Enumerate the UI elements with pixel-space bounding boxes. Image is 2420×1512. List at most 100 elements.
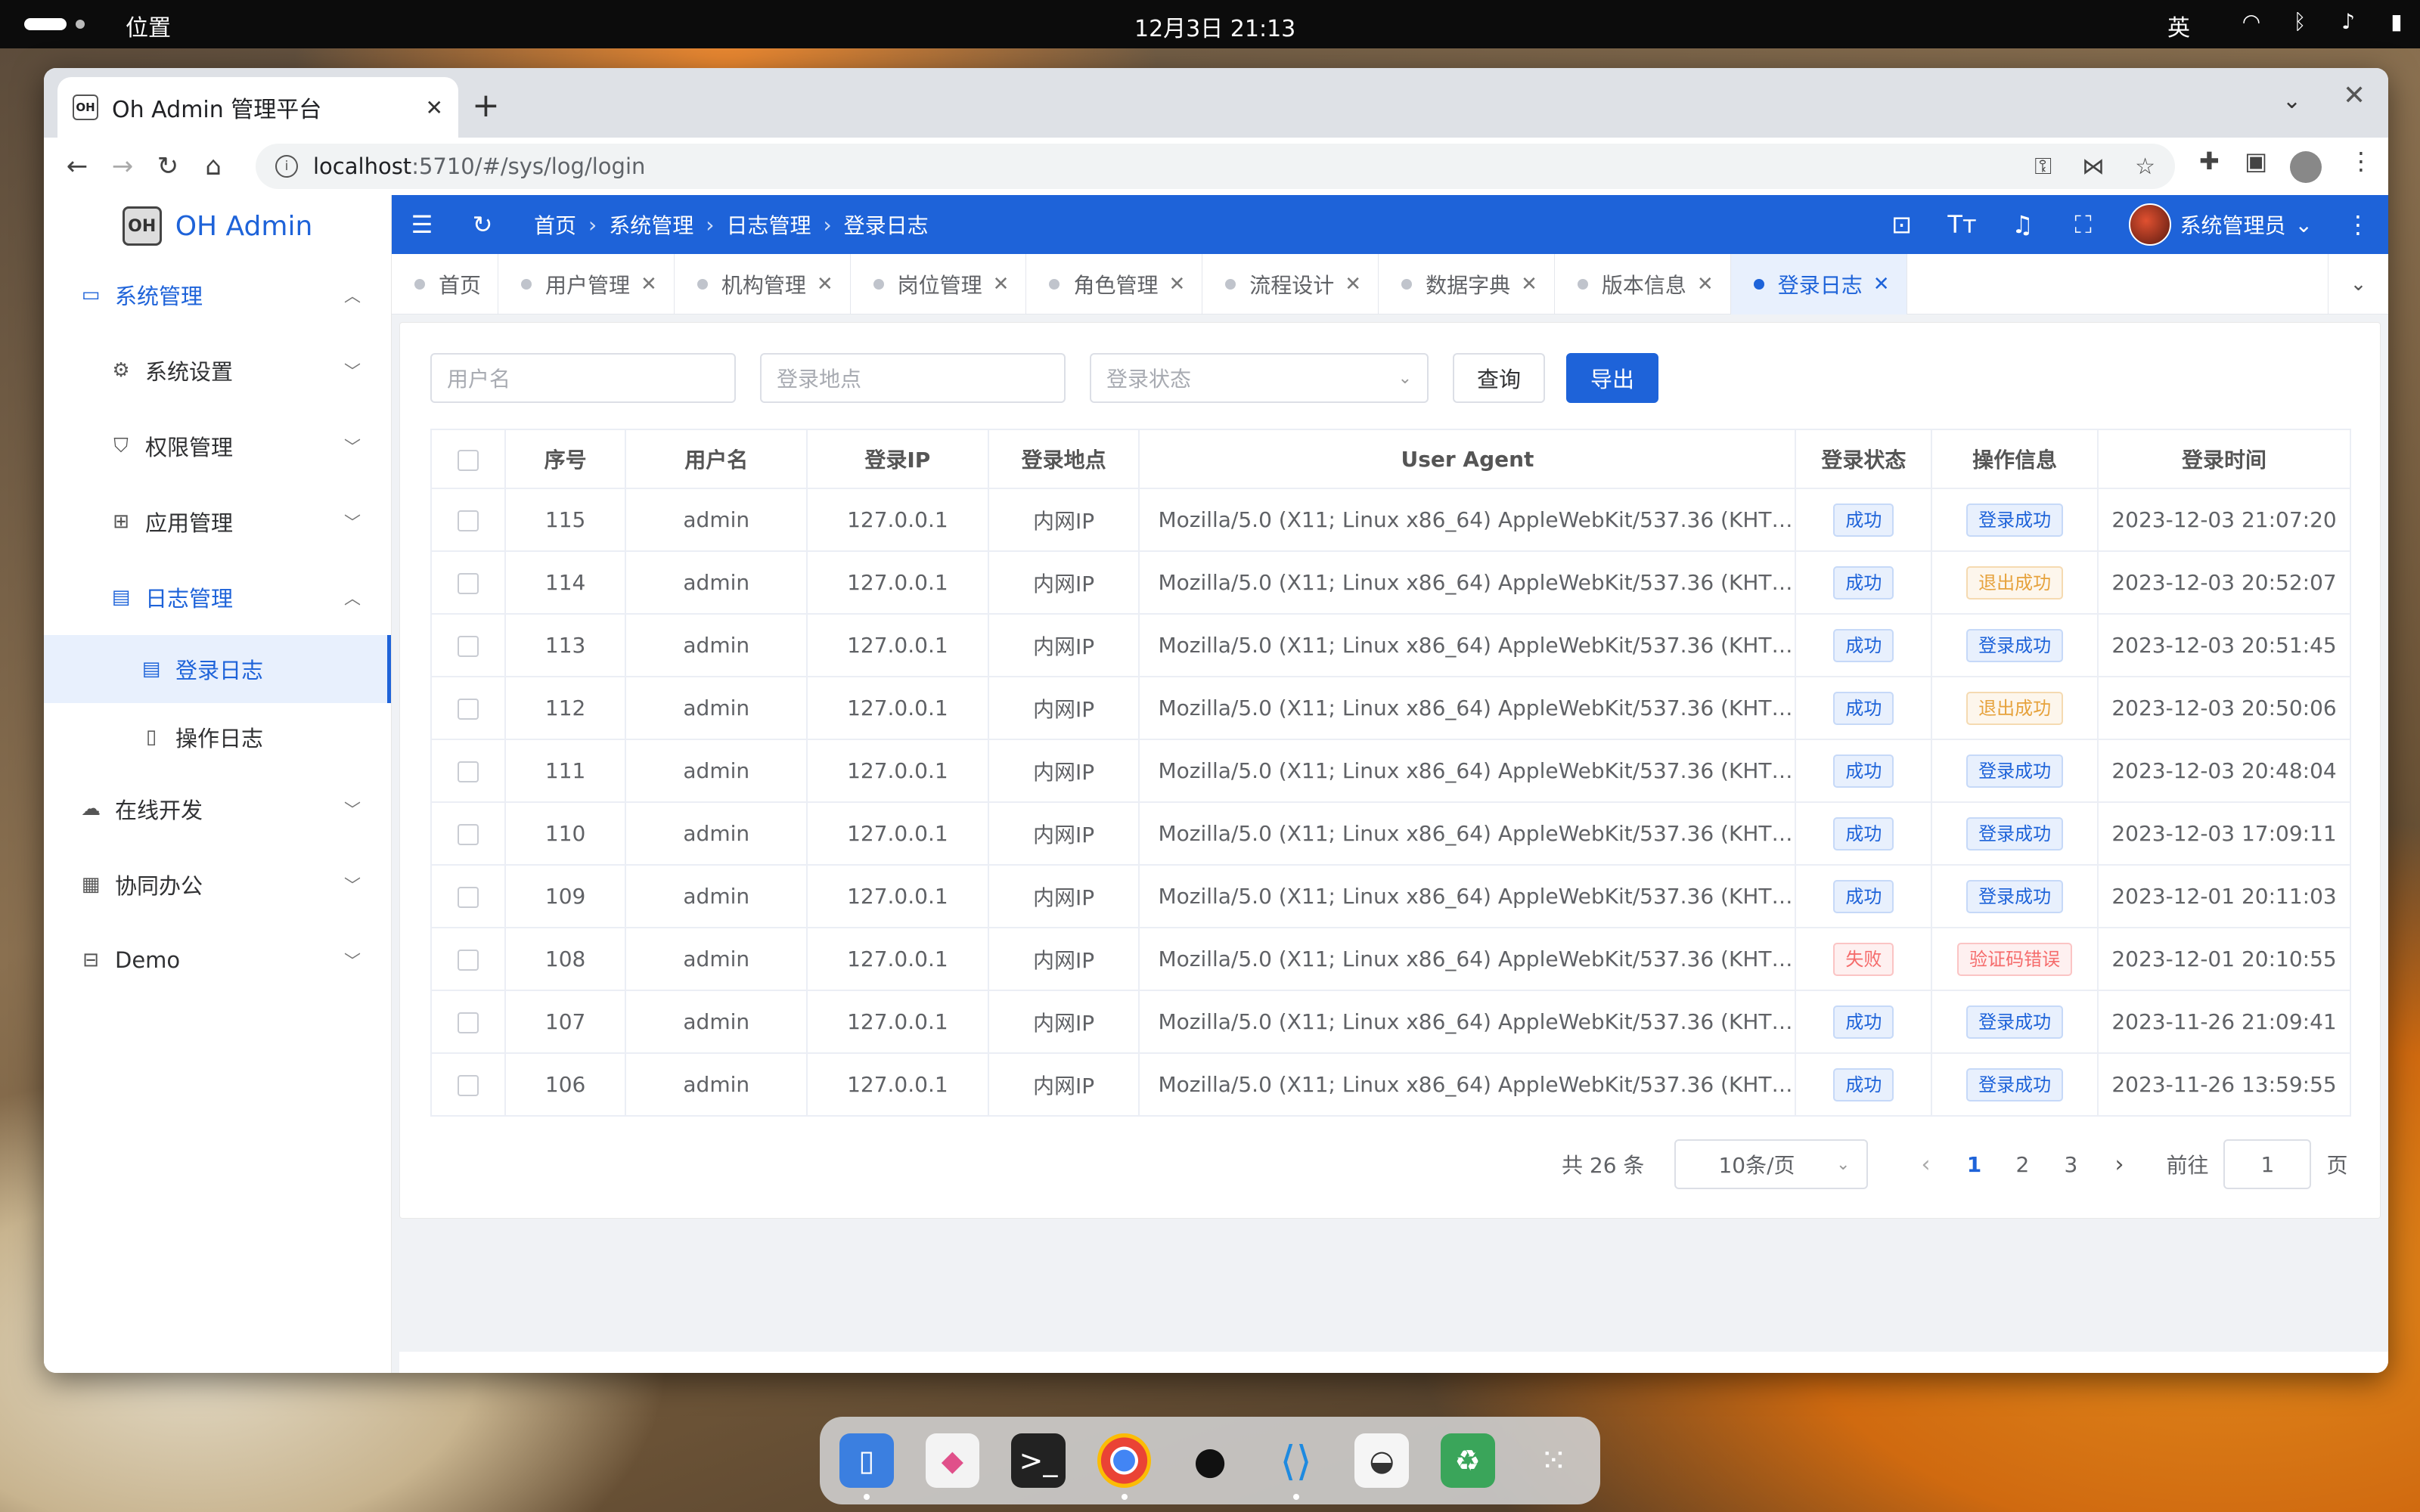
window-close-icon[interactable]: ✕ — [2343, 80, 2366, 111]
menu-log-management[interactable]: ▤ 日志管理 ︿ — [44, 559, 391, 635]
back-icon[interactable]: ← — [54, 151, 100, 181]
username-input[interactable]: 用户名 — [430, 353, 736, 403]
dbeaver-app-icon[interactable]: ◒ — [1354, 1433, 1409, 1488]
export-button[interactable]: 导出 — [1566, 353, 1659, 403]
tab-post-management[interactable]: 岗位管理 ✕ — [851, 254, 1027, 314]
menu-collab-office[interactable]: ▦ 协同办公 ﹀ — [44, 847, 391, 922]
browser-tab[interactable]: OH Oh Admin 管理平台 ✕ — [57, 77, 458, 138]
page-size-select[interactable]: 10条/页 ⌄ — [1674, 1139, 1869, 1189]
table-row[interactable]: 108 admin 127.0.0.1 内网IP Mozilla/5.0 (X11; L… — [430, 927, 2351, 991]
table-row[interactable]: 106 admin 127.0.0.1 内网IP Mozilla/5.0 (X11; L… — [430, 1052, 2351, 1117]
query-button[interactable]: 查询 — [1453, 353, 1546, 403]
tab-role-management[interactable]: 角色管理 ✕ — [1026, 254, 1203, 314]
menu-demo[interactable]: ⊟ Demo ﹀ — [44, 922, 391, 998]
terminal-app-icon[interactable]: >_ — [1011, 1433, 1066, 1488]
tab-home[interactable]: 首页 — [392, 254, 499, 314]
table-row[interactable]: 110 admin 127.0.0.1 内网IP Mozilla/5.0 (X11; L… — [430, 801, 2351, 866]
tab-login-log[interactable]: 登录日志 ✕ — [1730, 254, 1907, 314]
clock[interactable]: 12月3日 21:13 — [1134, 10, 1295, 43]
table-row[interactable]: 112 admin 127.0.0.1 内网IP Mozilla/5.0 (X11; L… — [430, 676, 2351, 740]
location-input[interactable]: 登录地点 — [760, 353, 1066, 403]
new-tab-icon[interactable]: + — [472, 86, 500, 125]
bell-icon[interactable]: ♫ — [1993, 210, 2053, 239]
table-row[interactable]: 107 admin 127.0.0.1 内网IP Mozilla/5.0 (X11; L… — [430, 990, 2351, 1054]
image-icon[interactable]: ⊡ — [1872, 210, 1932, 239]
input-method-indicator[interactable]: 英 — [2167, 9, 2190, 42]
qq-app-icon[interactable]: ● — [1183, 1433, 1237, 1488]
fullscreen-icon[interactable]: ⛶ — [2053, 210, 2114, 240]
row-checkbox[interactable] — [457, 761, 479, 782]
select-all-checkbox[interactable] — [457, 449, 479, 471]
breadcrumb-item[interactable]: 首页 — [534, 209, 576, 240]
row-checkbox[interactable] — [457, 573, 479, 594]
location-label[interactable]: 位置 — [126, 9, 171, 42]
close-icon[interactable]: ✕ — [993, 273, 1010, 296]
tab-user-management[interactable]: 用户管理 ✕ — [498, 254, 675, 314]
close-icon[interactable]: ✕ — [1521, 273, 1537, 296]
more-icon[interactable]: ⋮ — [2328, 210, 2388, 239]
tab-process-design[interactable]: 流程设计 ✕ — [1202, 254, 1379, 314]
tabs-dropdown-chevron-icon[interactable]: ⌄ — [2328, 254, 2388, 314]
menu-permission-management[interactable]: ⛉ 权限管理 ﹀ — [44, 408, 391, 484]
table-row[interactable]: 113 admin 127.0.0.1 内网IP Mozilla/5.0 (X11; L… — [430, 613, 2351, 677]
vscode-app-icon[interactable]: ⟨⟩ — [1269, 1433, 1323, 1500]
system-tray[interactable]: ◠ ᛒ ♪ ▮ — [2238, 8, 2409, 35]
reload-icon[interactable]: ↻ — [145, 151, 191, 181]
row-checkbox[interactable] — [457, 1075, 479, 1096]
breadcrumb-item[interactable]: 系统管理 — [609, 209, 693, 240]
status-select[interactable]: 登录状态 ⌄ — [1090, 353, 1429, 403]
goto-page-input[interactable]: 1 — [2223, 1139, 2312, 1189]
page-number[interactable]: 2 — [1998, 1152, 2046, 1177]
bookmark-star-icon[interactable]: ☆ — [2135, 153, 2155, 180]
page-number[interactable]: 3 — [2046, 1152, 2095, 1177]
close-icon[interactable]: ✕ — [641, 273, 657, 296]
menu-online-dev[interactable]: ☁ 在线开发 ﹀ — [44, 771, 391, 847]
breadcrumb-item[interactable]: 日志管理 — [726, 209, 811, 240]
key-icon[interactable]: ⚿ — [2034, 153, 2052, 180]
close-icon[interactable]: ✕ — [1697, 273, 1714, 296]
user-dropdown[interactable]: 系统管理员 ⌄ — [2128, 203, 2313, 246]
row-checkbox[interactable] — [457, 887, 479, 908]
table-row[interactable]: 115 admin 127.0.0.1 内网IP Mozilla/5.0 (X11; L… — [430, 488, 2351, 552]
menu-login-log[interactable]: ▤ 登录日志 — [44, 635, 391, 703]
prev-page-icon[interactable]: ‹ — [1901, 1151, 1950, 1178]
close-tab-icon[interactable]: ✕ — [426, 95, 443, 120]
close-icon[interactable]: ✕ — [1345, 273, 1361, 296]
profile-avatar[interactable] — [2290, 151, 2322, 183]
table-row[interactable]: 111 admin 127.0.0.1 内网IP Mozilla/5.0 (X11; L… — [430, 739, 2351, 803]
page-number[interactable]: 1 — [1950, 1152, 1998, 1177]
site-info-icon[interactable]: i — [275, 155, 298, 178]
recycle-bin-icon[interactable]: ♻ — [1440, 1433, 1495, 1488]
tab-org-management[interactable]: 机构管理 ✕ — [675, 254, 851, 314]
close-icon[interactable]: ✕ — [817, 273, 833, 296]
activities-indicator[interactable] — [24, 18, 67, 30]
close-icon[interactable]: ✕ — [1873, 273, 1890, 296]
row-checkbox[interactable] — [457, 950, 479, 971]
row-checkbox[interactable] — [457, 699, 479, 720]
browser-menu-icon[interactable]: ⋮ — [2349, 147, 2373, 175]
row-checkbox[interactable] — [457, 636, 479, 657]
address-bar[interactable]: i localhost:5710/#/sys/log/login ⚿ ⋈ ☆ — [256, 144, 2175, 189]
next-page-icon[interactable]: › — [2095, 1151, 2143, 1178]
brand[interactable]: OH OH Admin — [44, 195, 391, 257]
row-checkbox[interactable] — [457, 824, 479, 845]
menu-system-management[interactable]: ▭ 系统管理 ︿ — [44, 257, 391, 333]
chrome-app-icon[interactable] — [1097, 1433, 1152, 1500]
refresh-icon[interactable]: ↻ — [452, 210, 513, 239]
share-icon[interactable]: ⋈ — [2082, 153, 2105, 180]
store-app-icon[interactable]: ◆ — [925, 1433, 980, 1488]
menu-operation-log[interactable]: ▯ 操作日志 — [44, 703, 391, 771]
font-size-icon[interactable]: Tт — [1932, 210, 1993, 239]
app-grid-icon[interactable]: ⁙ — [1527, 1433, 1581, 1488]
close-icon[interactable]: ✕ — [1168, 273, 1185, 296]
table-row[interactable]: 114 admin 127.0.0.1 内网IP Mozilla/5.0 (X11; L… — [430, 550, 2351, 615]
home-icon[interactable]: ⌂ — [191, 151, 236, 181]
tab-search-chevron-icon[interactable]: ⌄ — [2282, 88, 2301, 114]
forward-icon[interactable]: → — [100, 151, 145, 181]
row-checkbox[interactable] — [457, 1012, 479, 1033]
row-checkbox[interactable] — [457, 510, 479, 531]
table-row[interactable]: 109 admin 127.0.0.1 内网IP Mozilla/5.0 (X11; L… — [430, 864, 2351, 928]
tab-data-dictionary[interactable]: 数据字典 ✕ — [1379, 254, 1555, 314]
menu-system-settings[interactable]: ⚙ 系统设置 ﹀ — [44, 333, 391, 408]
menu-app-management[interactable]: ⊞ 应用管理 ﹀ — [44, 484, 391, 559]
